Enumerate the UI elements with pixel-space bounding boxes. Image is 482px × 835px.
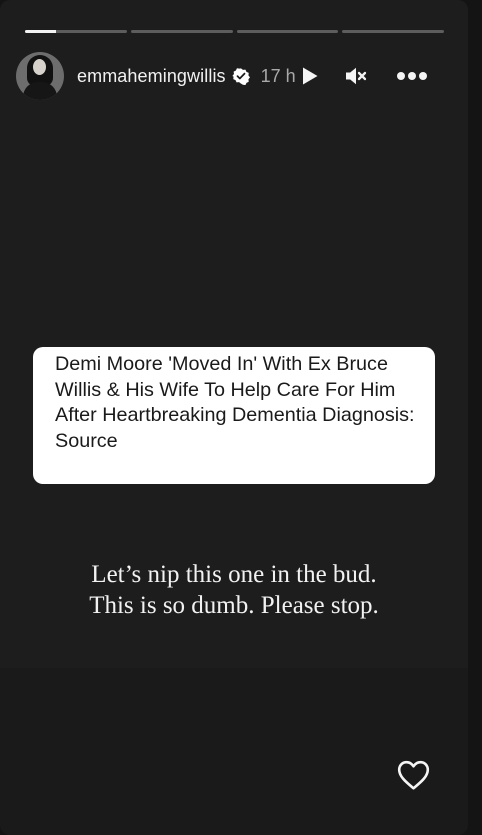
progress-segment-3 (236, 30, 339, 33)
more-options-icon[interactable] (396, 71, 428, 81)
heart-icon[interactable] (396, 759, 431, 791)
caption-line-1: Let’s nip this one in the bud. (91, 561, 377, 588)
play-icon[interactable] (301, 66, 319, 86)
article-headline: Demi Moore 'Moved In' With Ex Bruce Will… (55, 353, 415, 452)
progress-fill (25, 30, 56, 33)
verified-badge-icon (232, 68, 250, 85)
caption-line-2: This is so dumb. Please stop. (89, 592, 379, 619)
progress-segment-4 (342, 30, 444, 33)
story-timestamp: 17 h (260, 65, 296, 86)
avatar-body (23, 82, 57, 100)
story-panel: emmahemingwillis 17 h Demi Moore 'Moved … (0, 0, 468, 835)
story-progress-bar (25, 30, 444, 33)
muted-speaker-icon[interactable] (344, 64, 368, 88)
username-link[interactable]: emmahemingwillis (77, 66, 226, 87)
progress-segment-1 (25, 30, 127, 33)
progress-segment-2 (130, 30, 233, 33)
story-caption: Let’s nip this one in the bud. This is s… (0, 559, 468, 621)
avatar-face (33, 59, 46, 75)
article-card[interactable]: Demi Moore 'Moved In' With Ex Bruce Will… (33, 347, 435, 484)
story-header: emmahemingwillis 17 h (16, 51, 446, 101)
avatar[interactable] (16, 52, 64, 100)
story-viewer: emmahemingwillis 17 h Demi Moore 'Moved … (0, 0, 482, 835)
